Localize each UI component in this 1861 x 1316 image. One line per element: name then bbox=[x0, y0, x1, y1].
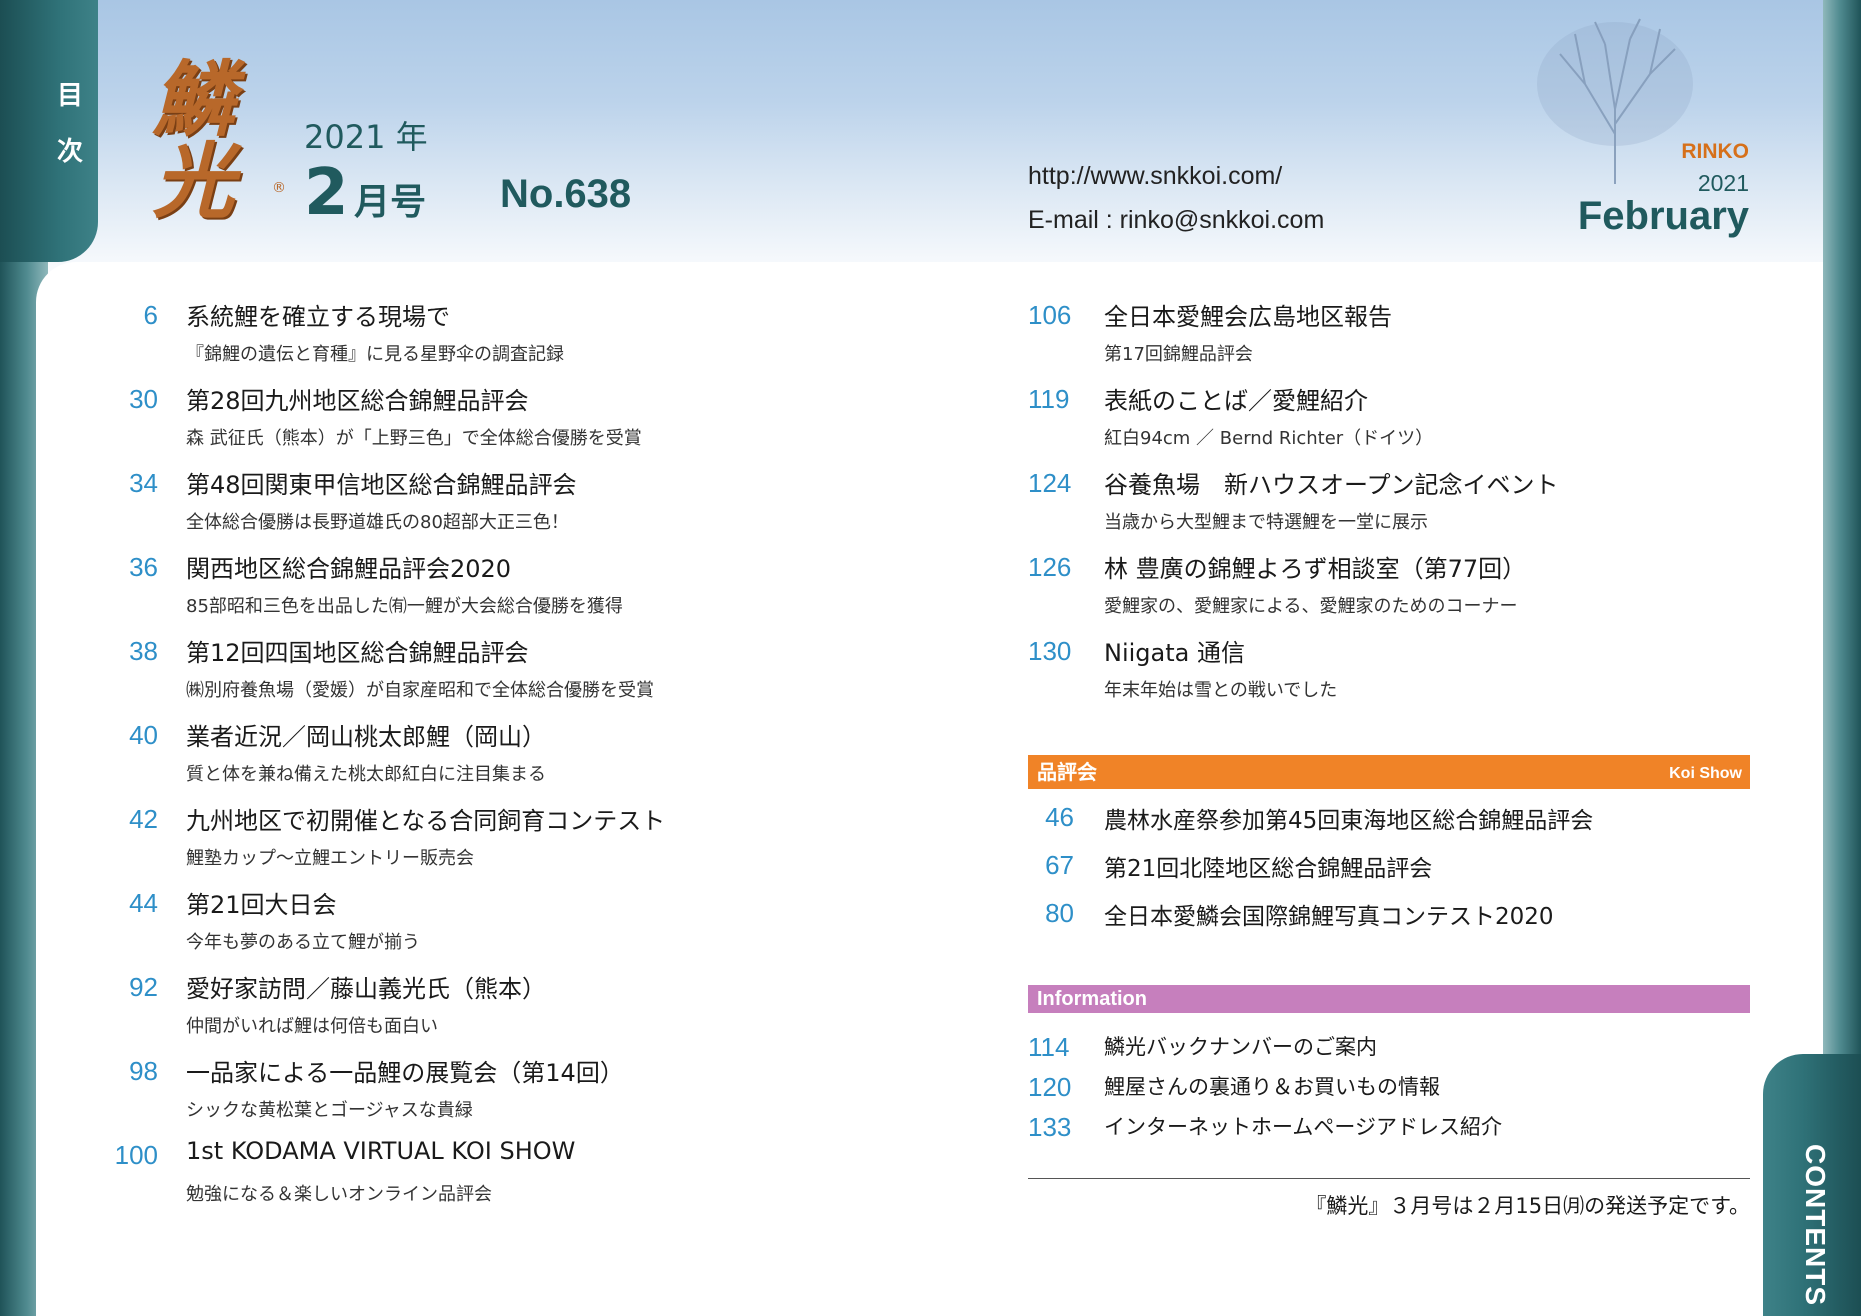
toc-page-number: 34 bbox=[129, 468, 158, 498]
toc-subtitle: 年末年始は雪との戦いでした bbox=[1104, 680, 1338, 701]
toc-page-number: 92 bbox=[129, 972, 158, 1002]
toc-title: Niigata 通信 bbox=[1104, 639, 1245, 667]
toc-subtitle: 鯉塾カップ〜立鯉エントリー販売会 bbox=[186, 848, 474, 869]
toc-subtitle: 全体総合優勝は長野道雄氏の80超部大正三色！ bbox=[186, 512, 569, 533]
list-title: 全日本愛鱗会国際錦鯉写真コンテスト2020 bbox=[1104, 904, 1554, 930]
toc-subtitle: 愛鯉家の、愛鯉家による、愛鯉家のためのコーナー bbox=[1104, 596, 1518, 617]
right-tab-label: CONTENTS bbox=[1800, 1144, 1831, 1306]
toc-title: 第48回関東甲信地区総合錦鯉品評会 bbox=[186, 471, 577, 499]
toc-subtitle: 仲間がいれば鯉は何倍も面白い bbox=[186, 1016, 438, 1037]
left-tab-label: 目次 bbox=[56, 81, 83, 167]
toc-title: 林 豊廣の錦鯉よろず相談室（第77回） bbox=[1104, 555, 1527, 583]
issue-month-number: 2 bbox=[304, 156, 349, 230]
list-page-number: 120 bbox=[1028, 1072, 1072, 1102]
toc-subtitle: 『錦鯉の遺伝と育種』に見る星野伞の調査記録 bbox=[186, 344, 564, 365]
toc-subtitle: 森 武征氏（熊本）が「上野三色」で全体総合優勝を受賞 bbox=[186, 428, 642, 449]
toc-page-number: 42 bbox=[129, 804, 158, 834]
toc-subtitle: 勉強になる＆楽しいオンライン品評会 bbox=[186, 1184, 492, 1205]
list-title: 第21回北陸地区総合錦鯉品評会 bbox=[1104, 856, 1433, 882]
email-address[interactable]: E-mail : rinko@snkkoi.com bbox=[1028, 206, 1324, 235]
registered-mark-icon: ® bbox=[272, 180, 286, 196]
list-title: 鯉屋さんの裏通り＆お買いもの情報 bbox=[1104, 1075, 1440, 1099]
toc-subtitle: シックな黄松葉とゴージャスな貴緑 bbox=[186, 1100, 473, 1121]
list-page-number: 114 bbox=[1028, 1032, 1070, 1062]
toc-title: 第12回四国地区総合錦鯉品評会 bbox=[186, 639, 529, 667]
toc-page-number: 30 bbox=[129, 384, 158, 414]
toc-title: 全日本愛鯉会広島地区報告 bbox=[1104, 303, 1392, 331]
toc-page-number: 100 bbox=[114, 1140, 158, 1170]
toc-subtitle: ㈱別府養魚場（愛媛）が自家産昭和で全体総合優勝を受賞 bbox=[186, 680, 654, 701]
list-page-number: 46 bbox=[1045, 802, 1074, 832]
koi-show-label: 品評会 bbox=[1037, 760, 1097, 784]
toc-page-number: 98 bbox=[129, 1056, 158, 1086]
list-title: 農林水産祭参加第45回東海地区総合錦鯉品評会 bbox=[1104, 808, 1594, 834]
toc-title: 谷養魚場 新ハウスオープン記念イベント bbox=[1104, 471, 1559, 499]
issue-number: No.638 bbox=[500, 172, 632, 216]
tree-illustration bbox=[1537, 18, 1693, 184]
website-url[interactable]: http://www.snkkoi.com/ bbox=[1028, 162, 1282, 191]
koi-show-label-en: Koi Show bbox=[1669, 765, 1742, 782]
list-title: インターネットホームページアドレス紹介 bbox=[1104, 1115, 1502, 1139]
toc-subtitle: 第17回錦鯉品評会 bbox=[1104, 344, 1253, 365]
toc-page-number: 44 bbox=[129, 888, 158, 918]
magazine-logo: 鱗光 bbox=[112, 52, 282, 232]
brand-year: 2021 bbox=[1697, 170, 1749, 196]
footer-divider bbox=[1028, 1178, 1750, 1179]
toc-title: 九州地区で初開催となる合同飼育コンテスト bbox=[186, 807, 666, 835]
toc-title: 業者近況／岡山桃太郎鯉（岡山） bbox=[186, 723, 546, 751]
toc-page-number: 106 bbox=[1028, 300, 1072, 330]
list-page-number: 67 bbox=[1045, 850, 1074, 880]
toc-title: 第21回大日会 bbox=[186, 891, 337, 919]
toc-page-number: 6 bbox=[143, 300, 158, 330]
list-page-number: 80 bbox=[1045, 898, 1074, 928]
toc-page-number: 38 bbox=[129, 636, 158, 666]
toc-title: 第28回九州地区総合錦鯉品評会 bbox=[186, 387, 529, 415]
logo-text: 鱗光 bbox=[138, 56, 234, 220]
shipping-note: 『鱗光』３月号は２月15日㈪の発送予定です。 bbox=[1305, 1194, 1750, 1218]
toc-page-number: 130 bbox=[1028, 636, 1072, 666]
toc-page-number: 124 bbox=[1028, 468, 1072, 498]
issue-year: 2021 年 bbox=[304, 118, 428, 156]
toc-title: 系統鯉を確立する現場で bbox=[186, 303, 450, 331]
toc-page-number: 119 bbox=[1028, 384, 1070, 414]
toc-subtitle: 85部昭和三色を出品した㈲一鯉が大会総合優勝を獲得 bbox=[186, 596, 623, 617]
toc-title: 表紙のことば／愛鯉紹介 bbox=[1104, 387, 1368, 415]
toc-subtitle: 今年も夢のある立て鯉が揃う bbox=[186, 932, 420, 953]
toc-subtitle: 質と体を兼ね備えた桃太郎紅白に注目集まる bbox=[186, 764, 546, 785]
toc-subtitle: 紅白94cm ／ Bernd Richter（ドイツ） bbox=[1104, 428, 1434, 449]
toc-page-number: 126 bbox=[1028, 552, 1072, 582]
toc-title: 1st KODAMA VIRTUAL KOI SHOW bbox=[186, 1137, 576, 1165]
information-label: Information bbox=[1037, 988, 1147, 1010]
brand-name: RINKO bbox=[1681, 140, 1749, 163]
toc-title: 一品家による一品鯉の展覧会（第14回） bbox=[186, 1059, 624, 1087]
month-english: February bbox=[1577, 194, 1749, 238]
toc-title: 愛好家訪問／藤山義光氏（熊本） bbox=[186, 975, 546, 1003]
toc-page-number: 40 bbox=[129, 720, 158, 750]
issue-month-suffix: 月号 bbox=[354, 182, 427, 223]
toc-subtitle: 当歳から大型鯉まで特選鯉を一堂に展示 bbox=[1104, 512, 1428, 533]
list-page-number: 133 bbox=[1028, 1112, 1072, 1142]
list-title: 鱗光バックナンバーのご案内 bbox=[1104, 1035, 1377, 1059]
issue-month: 2 月号 bbox=[304, 156, 426, 230]
information-section-header: Information bbox=[1028, 985, 1750, 1013]
toc-title: 関西地区総合錦鯉品評会2020 bbox=[186, 555, 512, 583]
toc-page-number: 36 bbox=[129, 552, 158, 582]
koi-show-section-header: 品評会 Koi Show bbox=[1028, 755, 1750, 789]
